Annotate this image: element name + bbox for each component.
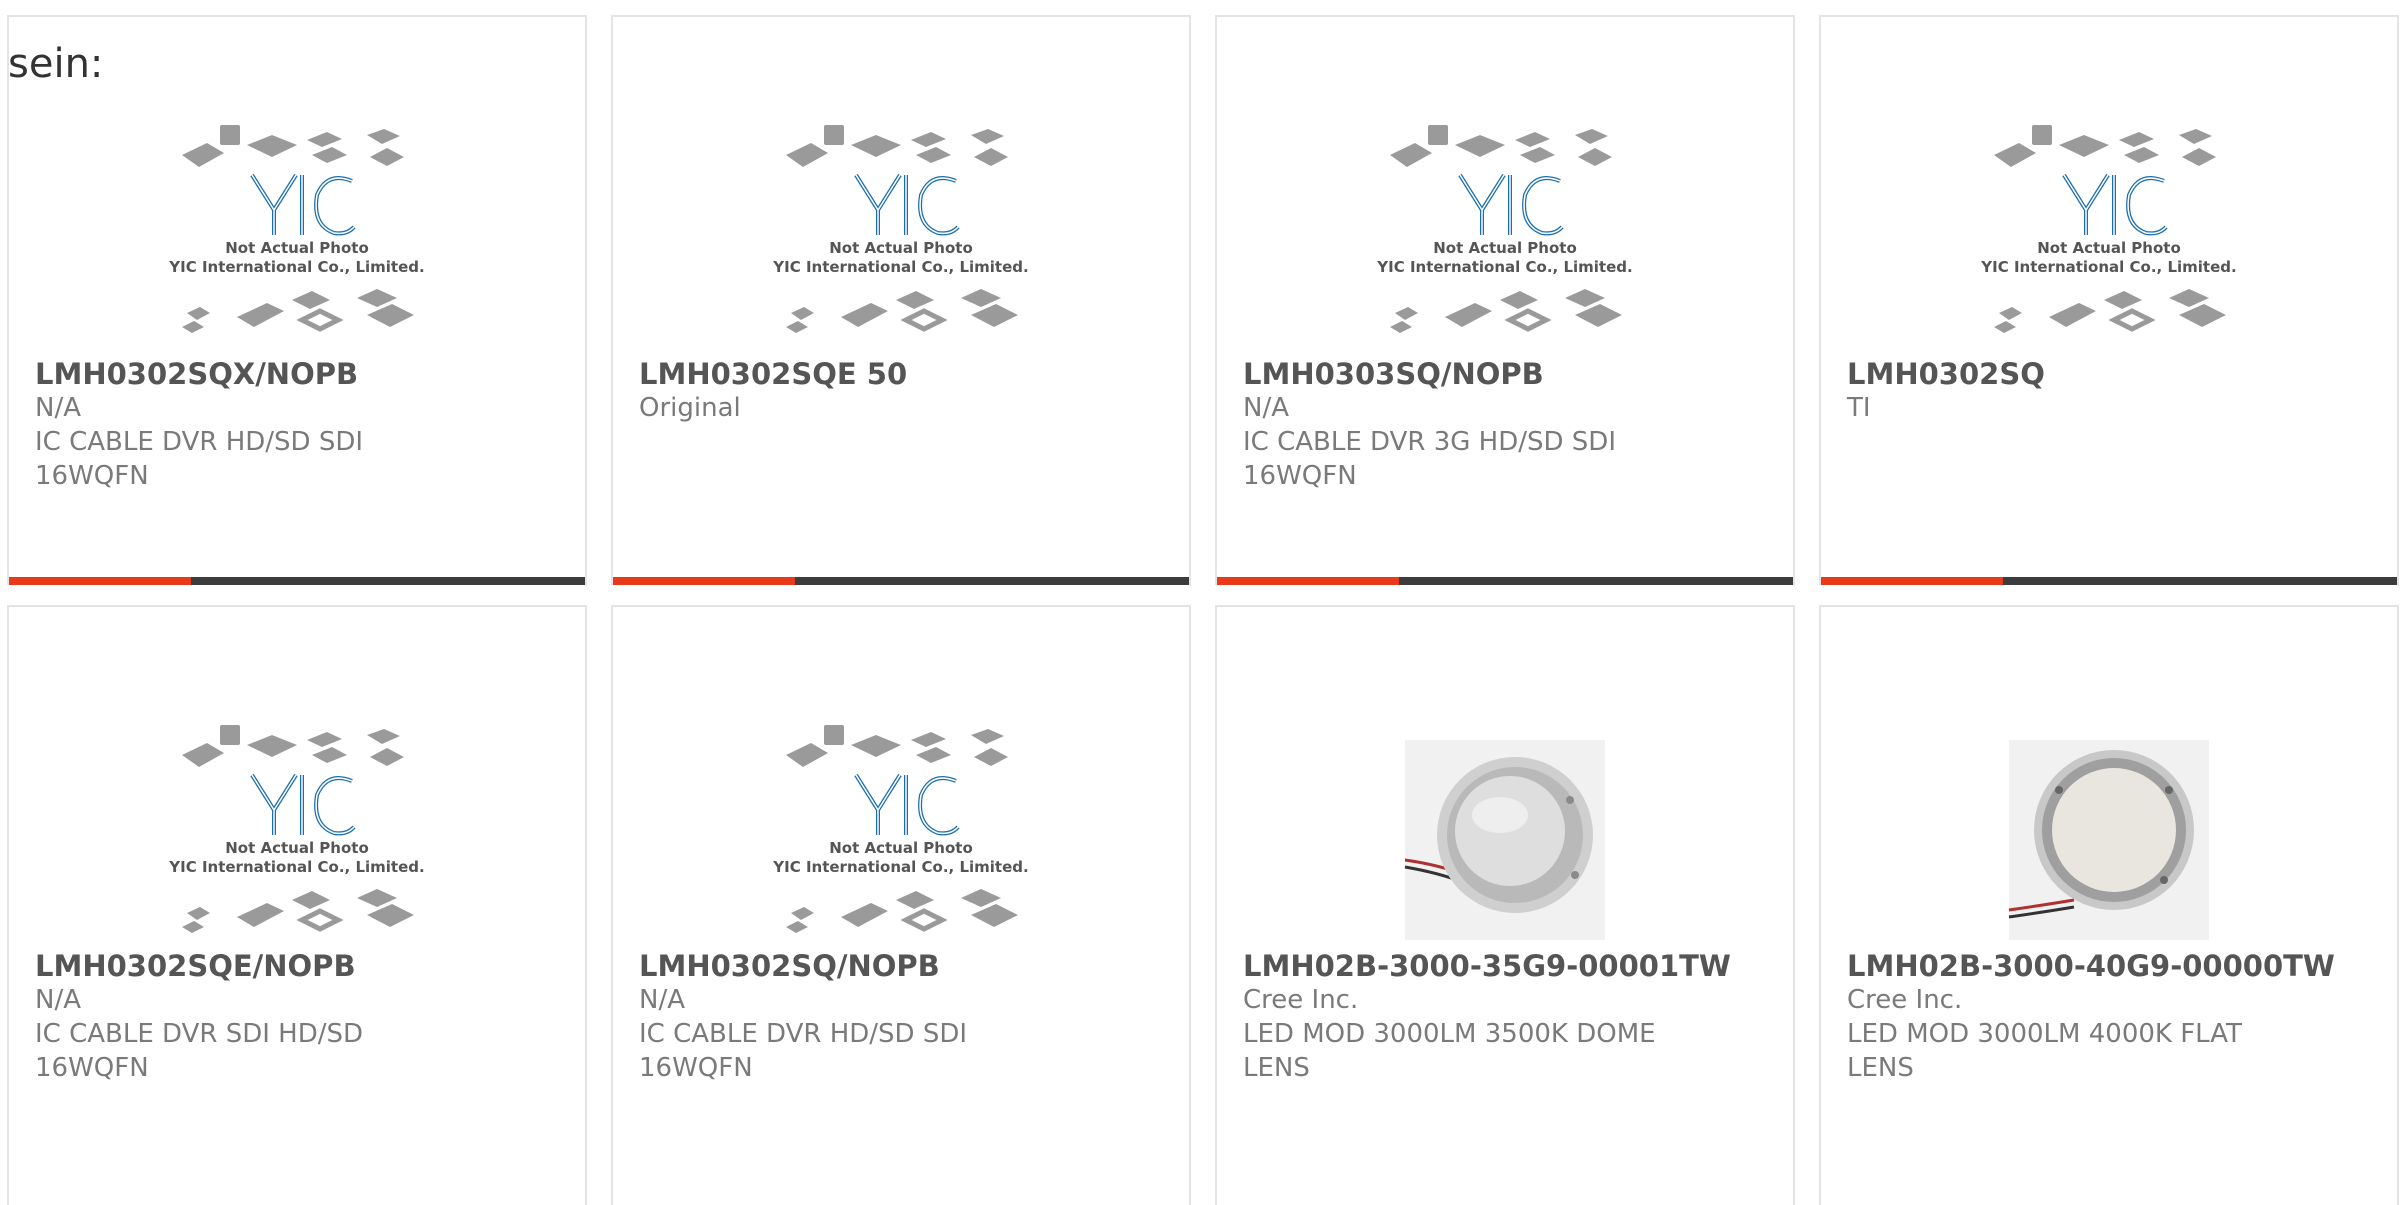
product-description: LED MOD 3000LM 4000K FLAT LENS	[1847, 1019, 2242, 1083]
placeholder-line1: Not Actual Photo	[225, 839, 369, 857]
product-part-number[interactable]: LMH02B-3000-35G9-00001TW	[1243, 949, 1767, 983]
product-image-placeholder[interactable]: Not Actual Photo YIC International Co., …	[1217, 95, 1793, 365]
product-image-placeholder[interactable]: Not Actual Photo YIC International Co., …	[613, 695, 1189, 965]
product-part-number[interactable]: LMH0302SQE 50	[639, 357, 1163, 391]
placeholder-line2: YIC International Co., Limited.	[1376, 258, 1632, 276]
product-description: IC CABLE DVR SDI HD/SD 16WQFN	[35, 1019, 364, 1083]
product-info: LMH0302SQ/NOPB N/A IC CABLE DVR HD/SD SD…	[639, 949, 1163, 1085]
product-image-led-dome[interactable]	[1217, 695, 1793, 965]
card-progress-bar	[1217, 577, 1793, 585]
placeholder-line2: YIC International Co., Limited.	[772, 858, 1028, 876]
product-part-number[interactable]: LMH0302SQX/NOPB	[35, 357, 559, 391]
product-manufacturer: Cree Inc.	[1847, 985, 1963, 1015]
product-description: IC CABLE DVR HD/SD SDI 16WQFN	[639, 1019, 968, 1083]
card-progress-accent	[613, 577, 795, 585]
card-progress-bar	[9, 577, 585, 585]
card-progress-accent	[1821, 577, 2003, 585]
placeholder-line2: YIC International Co., Limited.	[168, 858, 424, 876]
card-progress-accent	[9, 577, 191, 585]
product-card[interactable]: Not Actual Photo YIC International Co., …	[611, 15, 1191, 585]
product-description: IC CABLE DVR HD/SD SDI 16WQFN	[35, 427, 364, 491]
product-card[interactable]: Not Actual Photo YIC International Co., …	[7, 605, 587, 1205]
product-grid: Not Actual Photo YIC International Co., …	[0, 0, 2400, 1205]
product-card[interactable]: LMH02B-3000-40G9-00000TW Cree Inc. LED M…	[1819, 605, 2399, 1205]
product-card[interactable]: Not Actual Photo YIC International Co., …	[7, 15, 587, 585]
product-description: IC CABLE DVR 3G HD/SD SDI 16WQFN	[1243, 427, 1616, 491]
placeholder-line1: Not Actual Photo	[829, 239, 973, 257]
placeholder-line1: Not Actual Photo	[829, 839, 973, 857]
lead-text: sein:	[8, 41, 104, 87]
product-image-placeholder[interactable]: Not Actual Photo YIC International Co., …	[613, 95, 1189, 365]
product-manufacturer: N/A	[1243, 393, 1289, 423]
placeholder-line2: YIC International Co., Limited.	[168, 258, 424, 276]
product-part-number[interactable]: LMH0302SQE/NOPB	[35, 949, 559, 983]
product-manufacturer: Original	[639, 393, 741, 423]
product-image-placeholder[interactable]: Not Actual Photo YIC International Co., …	[9, 95, 585, 365]
product-manufacturer: N/A	[35, 985, 81, 1015]
product-info: LMH0302SQX/NOPB N/A IC CABLE DVR HD/SD S…	[35, 357, 559, 493]
product-image-placeholder[interactable]: Not Actual Photo YIC International Co., …	[1821, 95, 2397, 365]
product-info: LMH0302SQE/NOPB N/A IC CABLE DVR SDI HD/…	[35, 949, 559, 1085]
product-part-number[interactable]: LMH0302SQ	[1847, 357, 2371, 391]
card-progress-accent	[1217, 577, 1399, 585]
product-info: LMH0303SQ/NOPB N/A IC CABLE DVR 3G HD/SD…	[1243, 357, 1767, 493]
placeholder-line2: YIC International Co., Limited.	[772, 258, 1028, 276]
product-info: LMH02B-3000-40G9-00000TW Cree Inc. LED M…	[1847, 949, 2371, 1085]
product-info: LMH0302SQE 50 Original	[639, 357, 1163, 425]
product-part-number[interactable]: LMH0302SQ/NOPB	[639, 949, 1163, 983]
product-info: LMH02B-3000-35G9-00001TW Cree Inc. LED M…	[1243, 949, 1767, 1085]
product-image-led-flat[interactable]	[1821, 695, 2397, 965]
placeholder-line1: Not Actual Photo	[225, 239, 369, 257]
product-card[interactable]: LMH02B-3000-35G9-00001TW Cree Inc. LED M…	[1215, 605, 1795, 1205]
card-progress-bar	[1821, 577, 2397, 585]
product-manufacturer: Cree Inc.	[1243, 985, 1359, 1015]
product-manufacturer: N/A	[639, 985, 685, 1015]
placeholder-line1: Not Actual Photo	[2037, 239, 2181, 257]
placeholder-line2: YIC International Co., Limited.	[1980, 258, 2236, 276]
product-card[interactable]: Not Actual Photo YIC International Co., …	[1215, 15, 1795, 585]
product-card[interactable]: Not Actual Photo YIC International Co., …	[611, 605, 1191, 1205]
product-part-number[interactable]: LMH02B-3000-40G9-00000TW	[1847, 949, 2371, 983]
product-card[interactable]: Not Actual Photo YIC International Co., …	[1819, 15, 2399, 585]
product-description: LED MOD 3000LM 3500K DOME LENS	[1243, 1019, 1656, 1083]
card-progress-bar	[613, 577, 1189, 585]
product-image-placeholder[interactable]: Not Actual Photo YIC International Co., …	[9, 695, 585, 965]
product-part-number[interactable]: LMH0303SQ/NOPB	[1243, 357, 1767, 391]
product-manufacturer: N/A	[35, 393, 81, 423]
product-manufacturer: TI	[1847, 393, 1871, 423]
product-info: LMH0302SQ TI	[1847, 357, 2371, 425]
placeholder-line1: Not Actual Photo	[1433, 239, 1577, 257]
